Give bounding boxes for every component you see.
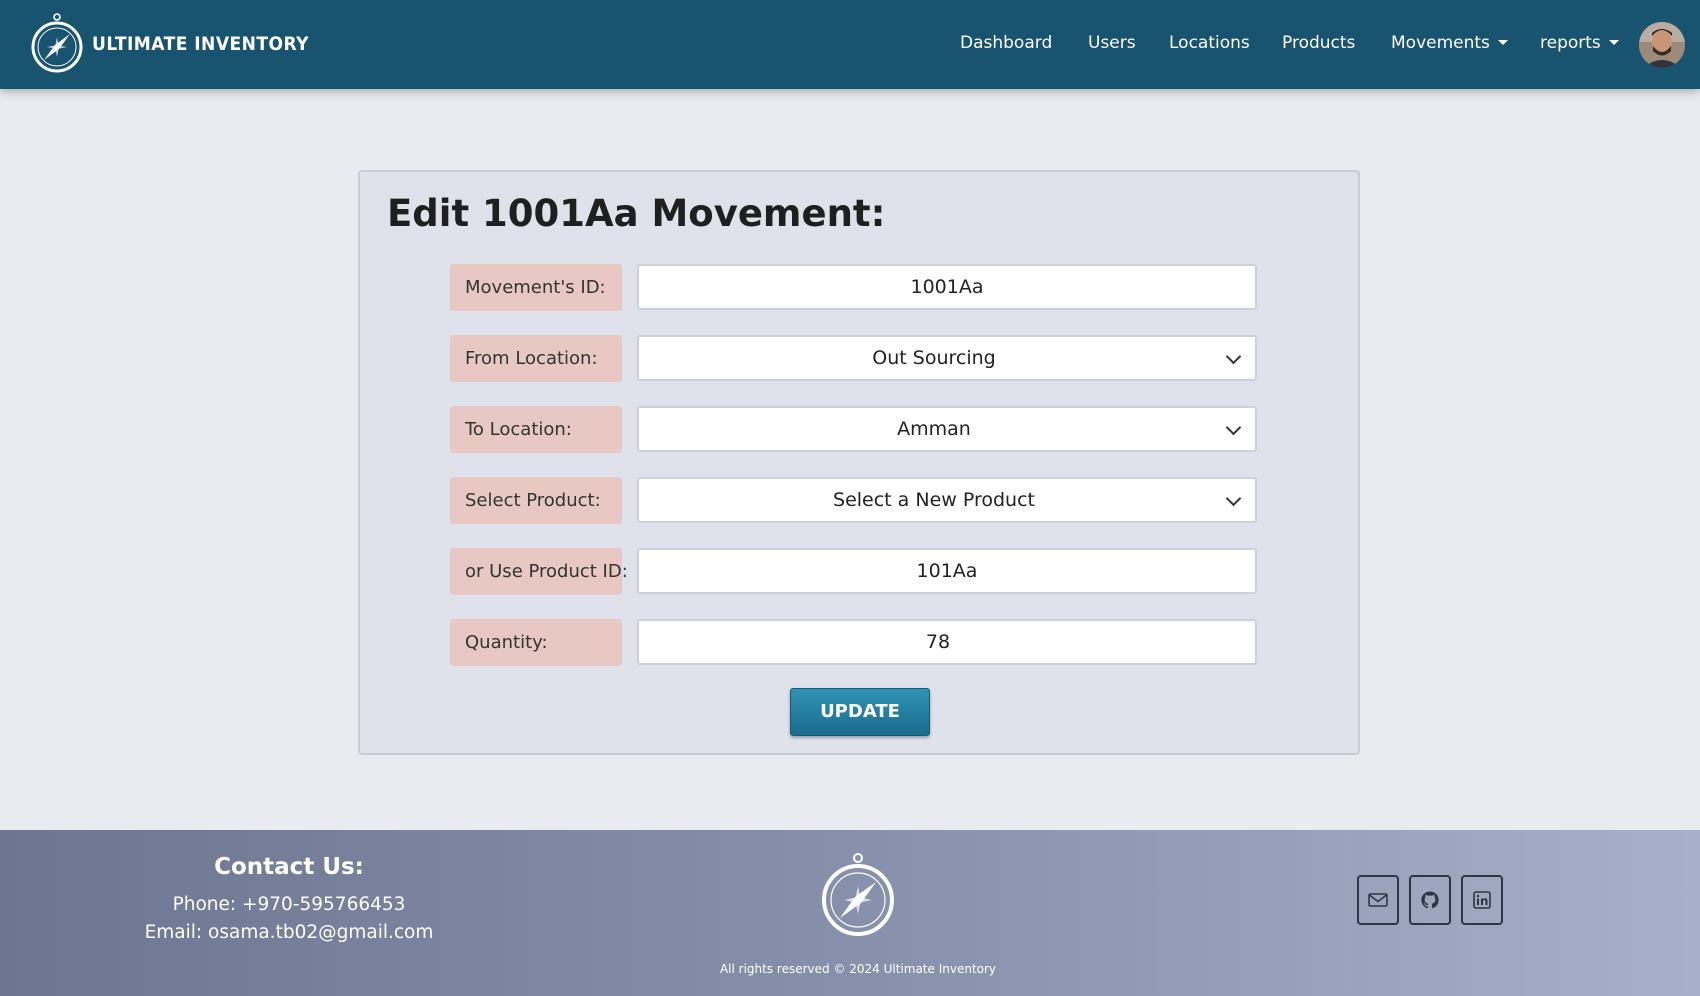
to-location-label: To Location:	[450, 406, 622, 453]
contact-title: Contact Us:	[214, 854, 364, 880]
nav-products[interactable]: Products	[1282, 33, 1355, 53]
contact-phone: Phone: +970-595766453	[172, 894, 406, 915]
nav-users[interactable]: Users	[1088, 33, 1136, 53]
select-product-select[interactable]: Select a New Product	[637, 477, 1257, 523]
page-title: Edit 1001Aa Movement:	[387, 192, 886, 235]
from-location-value: Out Sourcing	[872, 347, 996, 369]
movement-id-label: Movement's ID:	[450, 264, 622, 311]
to-location-value: Amman	[897, 418, 971, 440]
compass-logo-icon	[822, 853, 894, 936]
nav-links: Dashboard Users Locations Products Movem…	[0, 0, 1700, 89]
nav-movements-dropdown[interactable]: Movements	[1391, 33, 1508, 53]
user-avatar[interactable]	[1639, 22, 1685, 68]
nav-reports-label: reports	[1540, 33, 1601, 53]
chevron-down-icon	[1225, 419, 1242, 436]
product-id-label: or Use Product ID:	[450, 548, 628, 595]
github-social-button[interactable]	[1409, 875, 1451, 925]
user-avatar-image	[1639, 22, 1685, 68]
nav-dashboard[interactable]: Dashboard	[960, 33, 1052, 53]
quantity-input[interactable]: 78	[637, 619, 1257, 665]
from-location-label: From Location:	[450, 335, 622, 382]
mail-icon	[1368, 893, 1388, 907]
copyright-text: All rights reserved © 2024 Ultimate Inve…	[719, 962, 997, 976]
caret-down-icon	[1608, 40, 1619, 45]
product-id-input[interactable]: 101Aa	[637, 548, 1257, 594]
edit-movement-card: Edit 1001Aa Movement: Movement's ID: 100…	[358, 170, 1360, 755]
update-button[interactable]: UPDATE	[790, 688, 930, 736]
linkedin-social-button[interactable]	[1461, 875, 1503, 925]
chevron-down-icon	[1225, 490, 1242, 507]
movement-id-input[interactable]: 1001Aa	[637, 264, 1257, 310]
caret-down-icon	[1497, 40, 1508, 45]
from-location-select[interactable]: Out Sourcing	[637, 335, 1257, 381]
to-location-select[interactable]: Amman	[637, 406, 1257, 452]
contact-email[interactable]: Email: osama.tb02@gmail.com	[0, 922, 578, 943]
linkedin-icon	[1473, 891, 1491, 909]
select-product-label: Select Product:	[450, 477, 622, 524]
github-icon	[1421, 891, 1439, 909]
navbar: ULTIMATE INVENTORY Dashboard Users Locat…	[0, 0, 1700, 89]
select-product-value: Select a New Product	[833, 489, 1035, 511]
nav-reports-dropdown[interactable]: reports	[1540, 33, 1619, 53]
quantity-label: Quantity:	[450, 619, 622, 666]
chevron-down-icon	[1225, 348, 1242, 365]
nav-movements-label: Movements	[1391, 33, 1490, 53]
footer: Contact Us: Phone: +970-595766453 Email:…	[0, 830, 1700, 996]
nav-locations[interactable]: Locations	[1169, 33, 1250, 53]
email-social-button[interactable]	[1357, 875, 1399, 925]
